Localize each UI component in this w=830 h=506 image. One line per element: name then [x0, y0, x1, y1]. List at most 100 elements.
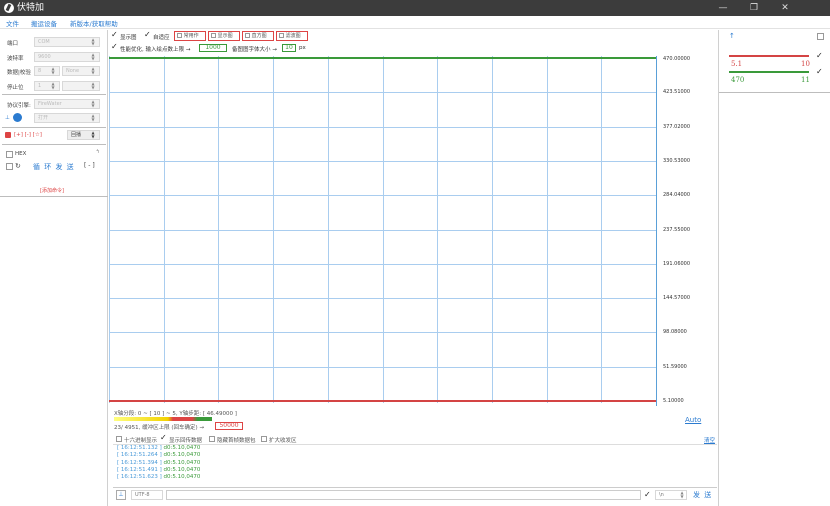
divider — [2, 94, 106, 95]
channel1-label: 5.1 — [731, 60, 743, 68]
send-button[interactable]: 发 送 — [693, 490, 712, 500]
receive-log[interactable]: [ 16:12:51.132 ] d0:5.10,0470 [ 16:12:51… — [113, 444, 717, 486]
refresh-icon[interactable]: ↻ — [15, 162, 21, 170]
follow-check-icon[interactable]: ✓ — [144, 31, 152, 39]
axis-range-status: X轴分段: 0 ~ [ 10 ] ~ 5, Y轴步距: [ 46.49000 ] — [114, 411, 237, 417]
data-bits-spin-icon[interactable]: ▲ ▼ — [50, 67, 56, 75]
y-tick-label: 144.57000 — [663, 295, 691, 302]
y-tick-label: 5.10000 — [663, 398, 684, 404]
tab-common[interactable]: 常用作 — [174, 31, 206, 41]
menu-device[interactable]: 搬运设备 — [31, 18, 57, 28]
hex-label: HEX — [15, 151, 27, 157]
title-bar: 伏特加 — ❐ ✕ — [0, 0, 830, 16]
channel1-value: 10 — [801, 60, 810, 68]
newline-spin-icon[interactable]: ▲ ▼ — [679, 491, 685, 499]
menu-file[interactable]: 文件 — [6, 18, 19, 28]
tab-histogram-checkbox[interactable] — [245, 33, 250, 38]
echo-label: 显示回传数据 — [169, 438, 203, 444]
loop-send-button[interactable]: 循 环 发 送 — [33, 162, 75, 172]
channel2-swatch — [729, 71, 809, 73]
data-bits-select[interactable]: 8 — [34, 66, 60, 76]
font-size-input[interactable]: 10 — [282, 44, 296, 52]
stop-bits-select[interactable]: 1 — [34, 81, 60, 91]
lightning-icon: ϟ — [96, 149, 100, 155]
add-command-link[interactable]: [添加命令] — [40, 187, 64, 194]
pin-icon[interactable]: ↑ — [729, 32, 735, 40]
y-tick-label: 423.51000 — [663, 89, 691, 96]
right-panel: ↑ ✓ 5.1 10 ✓ 470 11 — [718, 30, 830, 506]
y-tick-label: 330.53000 — [663, 157, 691, 164]
font-unit: px — [299, 45, 306, 51]
protocol-label: 协议引擎: — [7, 103, 31, 109]
window-title: 伏特加 — [17, 3, 45, 13]
send-bar: ⊥ UTF-8 ✓ \n ▲ ▼ 发 送 — [113, 487, 717, 500]
plot-canvas[interactable] — [109, 56, 656, 403]
buffer-status: 23/ 4951, 缓冲区上限 (回车确定) → — [114, 425, 204, 431]
font-size-label: 备图图字体大小 → — [232, 47, 277, 53]
connect-toggle[interactable] — [13, 113, 22, 122]
baud-spin-icon[interactable]: ▲ ▼ — [90, 53, 96, 61]
tab-show-graph[interactable]: 显示图 — [208, 31, 240, 41]
menu-help[interactable]: 新版本/获取帮助 — [70, 18, 118, 28]
perf-check-icon[interactable]: ✓ — [111, 43, 119, 51]
hex-display-label: 十六进制显示 — [124, 438, 158, 444]
tab-common-label: 常用作 — [183, 33, 199, 39]
command-icons[interactable]: [+] [-] [☆] — [14, 132, 42, 138]
open-spin-icon[interactable]: ▲ ▼ — [90, 114, 96, 122]
y-tick-label: 191.06000 — [663, 260, 691, 267]
plot-container: Auto 470.00000 423.51000 377.02000 330.5300… — [109, 56, 717, 424]
hex-display-checkbox[interactable] — [116, 436, 122, 442]
clear-button[interactable]: 清空 — [704, 436, 715, 444]
hex-checkbox[interactable] — [6, 151, 13, 158]
divider — [719, 92, 830, 93]
channel1-check-icon[interactable]: ✓ — [816, 52, 824, 60]
show-graph-check-icon[interactable]: ✓ — [111, 31, 119, 39]
tab-common-checkbox[interactable] — [177, 33, 182, 38]
stop-bits-spin-icon[interactable]: ▲ ▼ — [50, 82, 56, 90]
buffer-level-bar — [114, 417, 212, 421]
y-tick-label: 284.04000 — [663, 192, 691, 199]
panel-checkbox[interactable] — [817, 33, 824, 40]
minimize-button[interactable]: — — [708, 0, 738, 16]
follow-label: 自适应 — [153, 35, 170, 41]
tab-filter-checkbox[interactable] — [279, 33, 284, 38]
expand-area-checkbox[interactable] — [261, 436, 267, 442]
tab-filter-label: 滤波图 — [285, 33, 301, 39]
left-panel: 端口 COM ▲ ▼ 波特率 9600 ▲ ▼ 数据|校验 8 ▲ ▼ None ▲ ▼… — [0, 30, 108, 506]
channel2-check-icon[interactable]: ✓ — [816, 68, 824, 76]
log-line: [ 16:12:51.394 ] d0:5.10,0470 — [117, 459, 201, 466]
tab-histogram-label: 直方图 — [251, 33, 267, 39]
auto-scale-button[interactable]: Auto — [685, 416, 701, 424]
tab-histogram[interactable]: 直方图 — [242, 31, 274, 41]
log-line: [ 16:12:51.623 ] d0:5.10,0470 — [117, 474, 201, 481]
buffer-limit-input[interactable]: 50000 — [215, 422, 243, 430]
echo-check-icon[interactable]: ✓ — [160, 434, 168, 442]
show-graph-label: 显示图 — [120, 35, 137, 41]
perf-limit-input[interactable]: 1000 — [199, 44, 227, 52]
send-mode-icon[interactable]: ⊥ — [116, 490, 126, 500]
maximize-button[interactable]: ❐ — [739, 0, 769, 16]
hide-first-checkbox[interactable] — [209, 436, 215, 442]
log-line: [ 16:12:51.491 ] d0:5.10,0470 — [117, 466, 201, 473]
perf-label: 性能优化, 输入绘点数上限 → — [120, 47, 191, 53]
protocol-spin-icon[interactable]: ▲ ▼ — [90, 100, 96, 108]
tab-show-graph-checkbox[interactable] — [211, 33, 216, 38]
send-input[interactable] — [166, 490, 641, 500]
tab-filter[interactable]: 滤波图 — [276, 31, 308, 41]
close-button[interactable]: ✕ — [770, 0, 800, 16]
channel2-label: 470 — [731, 76, 745, 84]
record-icon[interactable] — [5, 132, 11, 138]
loop-interval[interactable]: [ - ] — [84, 162, 95, 169]
log-line: [ 16:12:51.264 ] d0:5.10,0470 — [117, 452, 201, 459]
log-line: [ 16:12:51.132 ] d0:5.10,0470 — [117, 445, 201, 451]
divider — [2, 144, 106, 145]
stop-bits-label: 停止位 — [7, 85, 24, 91]
parity-spin-icon[interactable]: ▲ ▼ — [90, 67, 96, 75]
loop-checkbox[interactable] — [6, 163, 13, 170]
divider — [0, 196, 108, 197]
replay-spin-icon[interactable]: ▲ ▼ — [90, 131, 96, 139]
encoding-select[interactable]: UTF-8 — [131, 490, 163, 500]
newline-check-icon[interactable]: ✓ — [644, 491, 652, 499]
stop-extra-spin-icon[interactable]: ▲ ▼ — [90, 82, 96, 90]
port-spin-icon[interactable]: ▲ ▼ — [90, 38, 96, 46]
